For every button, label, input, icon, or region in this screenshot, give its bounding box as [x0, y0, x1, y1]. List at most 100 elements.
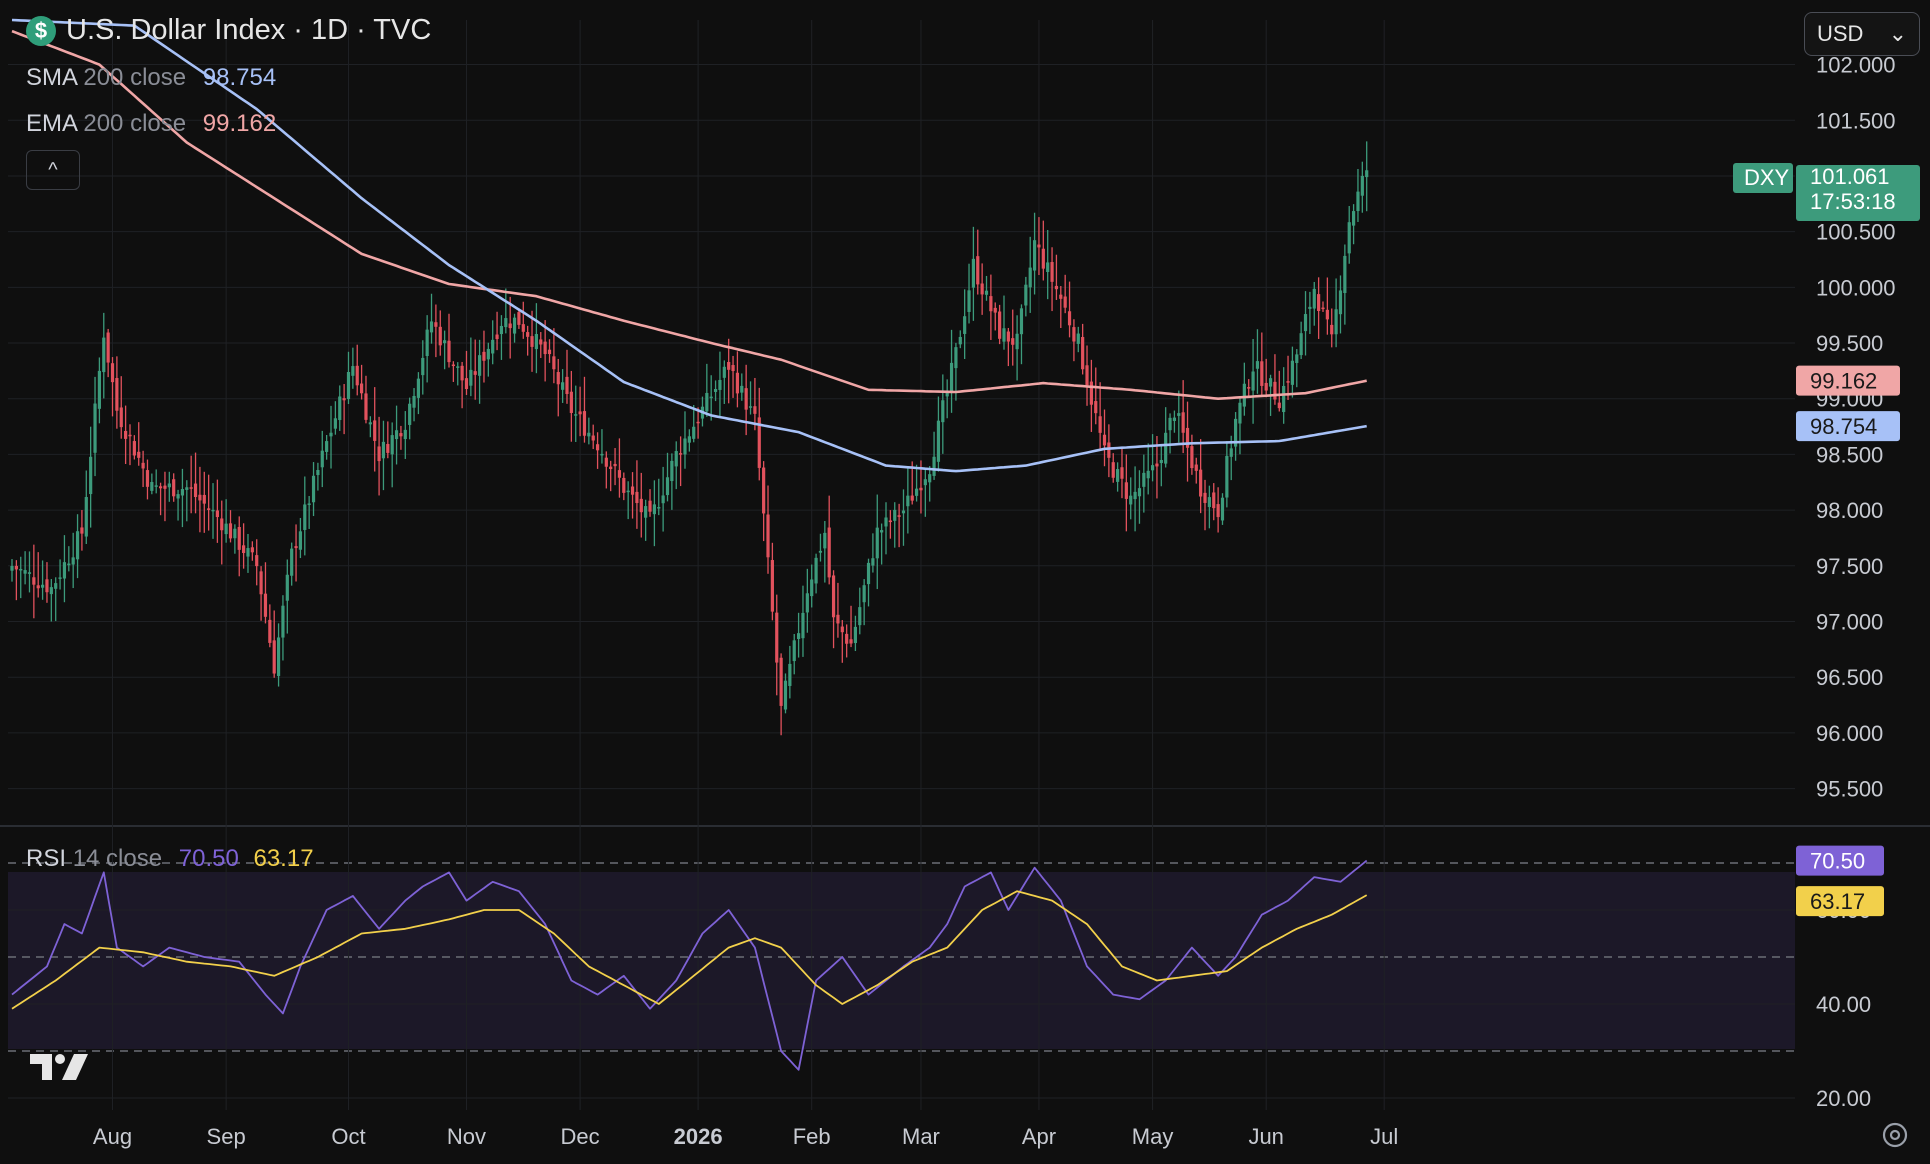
- candle-body: [543, 341, 547, 355]
- chart-canvas[interactable]: 102.000101.500101.000100.500100.00099.50…: [0, 0, 1930, 1164]
- candle-body: [801, 612, 805, 639]
- candle-body: [709, 396, 713, 399]
- candle-body: [451, 364, 455, 367]
- collapse-legend-button[interactable]: ^: [26, 150, 80, 190]
- symbol-title[interactable]: U.S. Dollar Index · 1D · TVC: [66, 14, 431, 47]
- candle-body: [1028, 267, 1032, 288]
- rsi-ma-value: 63.17: [253, 845, 314, 872]
- candle-body: [1137, 488, 1142, 497]
- candle-body: [967, 290, 971, 312]
- candle-body: [1129, 495, 1133, 505]
- candle-body: [875, 527, 879, 559]
- candle-body: [552, 356, 556, 370]
- candle-body: [75, 531, 80, 560]
- candle-body: [477, 355, 482, 376]
- candle-body: [198, 494, 202, 501]
- candle-body: [1334, 309, 1338, 335]
- candle-body: [574, 414, 578, 416]
- candle-body: [600, 453, 604, 456]
- ema-params: 200 close: [83, 110, 187, 137]
- candle-body: [932, 456, 936, 476]
- candle-body: [364, 393, 368, 420]
- candle-body: [1133, 491, 1137, 500]
- candle-body: [1365, 170, 1369, 178]
- candle-body: [1286, 381, 1290, 383]
- candle-body: [534, 334, 538, 350]
- candle-body: [486, 348, 490, 360]
- candle-body: [805, 593, 809, 613]
- candle-body: [705, 392, 709, 412]
- ema-legend[interactable]: EMA 200 close 99.162: [26, 110, 276, 138]
- candle-body: [185, 487, 189, 490]
- ema-value: 99.162: [202, 110, 277, 137]
- currency-select[interactable]: USD ⌄: [1804, 12, 1920, 56]
- candle-body: [1076, 333, 1080, 344]
- time-axis-label: Sep: [207, 1124, 246, 1149]
- rsi-legend[interactable]: RSI 14 close 70.50 63.17: [26, 845, 314, 873]
- candle-body: [901, 510, 906, 514]
- candle-body: [1330, 324, 1334, 335]
- candle-body: [556, 372, 560, 385]
- candle-body: [622, 477, 626, 493]
- time-axis-label: Apr: [1022, 1124, 1056, 1149]
- candle-body: [27, 572, 32, 574]
- candle-body: [412, 395, 416, 408]
- candle-body: [128, 434, 132, 437]
- time-axis-label: Nov: [447, 1124, 486, 1149]
- candle-body: [246, 548, 250, 557]
- candle-body: [228, 523, 233, 539]
- candle-body: [831, 575, 836, 618]
- candle-body: [23, 570, 27, 574]
- candle-body: [1011, 338, 1015, 345]
- candle-body: [1351, 211, 1356, 226]
- candle-body: [333, 418, 337, 429]
- rsi-params: 14 close: [72, 845, 163, 872]
- candle-body: [207, 508, 211, 510]
- candle-body: [1063, 296, 1067, 308]
- sma-legend[interactable]: SMA 200 close 98.754: [26, 64, 276, 92]
- candle-body: [517, 312, 521, 325]
- candle-body: [504, 318, 508, 328]
- settings-gear-icon[interactable]: [1880, 1120, 1910, 1150]
- candle-body: [665, 477, 670, 496]
- candle-body: [1024, 284, 1028, 306]
- candle-body: [373, 420, 377, 441]
- candle-body: [687, 436, 691, 443]
- candle-body: [276, 637, 281, 676]
- price-axis-label: 97.000: [1816, 610, 1883, 635]
- candle-body: [976, 256, 980, 285]
- time-axis-label: Dec: [561, 1124, 600, 1149]
- candle-body: [657, 507, 661, 509]
- candle-body: [1041, 248, 1045, 269]
- candle-body: [1094, 401, 1098, 414]
- candle-body: [984, 290, 989, 295]
- candle-body: [1356, 191, 1360, 212]
- candle-body: [1172, 417, 1177, 421]
- price-axis-label: 102.000: [1816, 53, 1896, 78]
- candle-body: [521, 324, 525, 332]
- time-axis-label: Feb: [793, 1124, 831, 1149]
- price-axis-label: 100.500: [1816, 220, 1896, 245]
- candle-body: [1225, 455, 1229, 498]
- candle-body: [906, 495, 910, 507]
- candle-body: [416, 378, 421, 398]
- tradingview-logo-icon: [30, 1054, 88, 1080]
- candle-body: [386, 443, 390, 453]
- candle-body: [897, 515, 901, 517]
- candle-body: [1164, 432, 1168, 464]
- candle-body: [508, 323, 512, 329]
- candle-body: [530, 336, 534, 347]
- candle-body: [14, 565, 18, 570]
- candle-body: [679, 453, 683, 455]
- candle-body: [1120, 467, 1124, 479]
- candle-body: [591, 435, 595, 441]
- candle-body: [1317, 294, 1321, 312]
- candle-body: [797, 633, 801, 639]
- candle-body: [526, 332, 530, 337]
- candle-body: [971, 258, 975, 288]
- chart-title: $ U.S. Dollar Index · 1D · TVC: [26, 14, 431, 47]
- candle-body: [731, 365, 735, 372]
- candle-body: [1159, 459, 1163, 464]
- candle-body: [775, 612, 779, 663]
- price-axis-label: 101.500: [1816, 108, 1896, 133]
